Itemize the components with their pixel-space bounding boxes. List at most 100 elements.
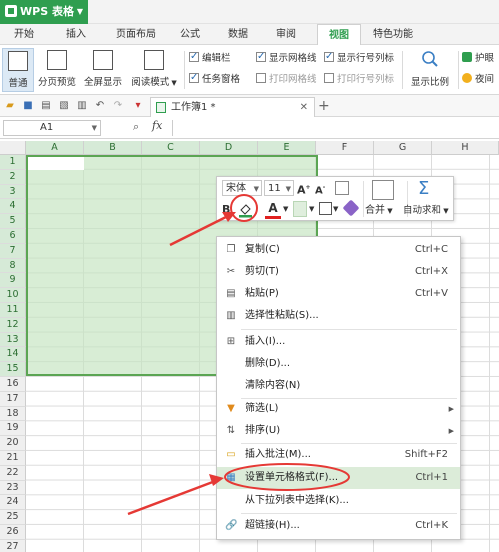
row-header[interactable]: 27 [0,539,26,552]
tab-page-layout[interactable]: 页面布局 [108,24,164,45]
row-header[interactable]: 8 [0,258,26,274]
menu-item-delete[interactable]: 删除(D)... [217,353,460,375]
fullscreen-button[interactable]: 全屏显示 [82,48,124,92]
row-header[interactable]: 4 [0,199,26,215]
zoom-formula-icon[interactable]: ⌕ [133,120,139,134]
print-preview-icon[interactable]: ▧ [58,100,70,112]
show-gridlines-checkbox[interactable]: 显示网格线 [256,50,317,66]
task-pane-checkbox[interactable]: 任务窗格 [189,71,240,87]
bold-button[interactable]: B [222,202,234,218]
eye-protection-button[interactable]: 护眼 [462,52,494,66]
customize-toolbar-icon[interactable]: ▾ [132,100,144,112]
menu-item-paste-special[interactable]: ▥ 选择性粘贴(S)... [217,305,460,327]
open-folder-icon[interactable]: ▰ [4,100,16,112]
page-break-preview-button[interactable]: 分页预览 [36,48,78,92]
merge-cells-button[interactable]: 合并 ▼ [365,203,405,219]
row-header[interactable]: 16 [0,377,26,392]
tab-review[interactable]: 审阅 [270,24,302,45]
row-header[interactable]: 3 [0,184,26,200]
menu-item-copy[interactable]: ❐ 复制(C) Ctrl+C [217,239,460,261]
border-button[interactable] [319,202,332,215]
row-header[interactable]: 21 [0,451,26,466]
normal-view-button[interactable]: 普通 [2,48,34,92]
tab-home[interactable]: 开始 [8,24,40,45]
column-header-b[interactable]: B [84,141,142,155]
reading-mode-button[interactable]: 阅读模式 ▼ [130,48,178,92]
row-header[interactable]: 5 [0,214,26,229]
fill-color-button[interactable] [237,201,254,218]
row-header[interactable]: 22 [0,465,26,481]
menu-item-insert-comment[interactable]: ▭ 插入批注(M)... Shift+F2 [217,444,460,466]
row-header[interactable]: 12 [0,317,26,333]
row-header[interactable]: 10 [0,288,26,303]
decrease-font-size-button[interactable]: A- [315,180,329,196]
redo-icon[interactable]: ↷ [112,100,124,112]
select-all-corner[interactable] [0,141,26,155]
menu-item-insert[interactable]: ⊞ 插入(I)... [217,331,460,353]
row-header[interactable]: 9 [0,273,26,289]
print-icon[interactable]: ▤ [40,100,52,112]
new-tab-icon[interactable]: + [318,97,330,115]
column-header-c[interactable]: C [142,141,200,155]
print-gridlines-checkbox[interactable]: 打印网格线 [256,73,317,87]
row-header[interactable]: 11 [0,303,26,318]
row-header[interactable]: 24 [0,495,26,511]
menu-item-filter[interactable]: ▼ 筛选(L) ▶ [217,398,460,420]
font-family-select[interactable]: 宋体 ▼ [222,180,262,196]
tab-view[interactable]: 视图 [317,24,361,45]
font-color-button[interactable]: A [265,201,281,219]
row-header[interactable]: 6 [0,229,26,244]
menu-item-sort[interactable]: ⇅ 排序(U) ▶ [217,420,460,442]
menu-item-cut[interactable]: ✂ 剪切(T) Ctrl+X [217,261,460,283]
active-cell[interactable] [28,157,84,170]
night-mode-button[interactable]: 夜间 [462,73,494,87]
row-header[interactable]: 19 [0,421,26,437]
row-header[interactable]: 14 [0,347,26,363]
menu-item-hyperlink[interactable]: 🔗 超链接(H)... Ctrl+K [217,515,460,537]
row-header[interactable]: 13 [0,332,26,348]
zoom-button[interactable]: 显示比例 [406,48,454,92]
tab-formula[interactable]: 公式 [174,24,206,45]
column-header-h[interactable]: H [432,141,499,155]
row-header[interactable]: 20 [0,436,26,451]
menu-item-clear-contents[interactable]: 清除内容(N) [217,375,460,397]
column-header-a[interactable]: A [26,141,84,155]
tab-insert[interactable]: 插入 [58,24,94,45]
row-header[interactable]: 1 [0,155,26,170]
save-icon[interactable]: ■ [22,100,34,112]
column-header-g[interactable]: G [374,141,432,155]
menu-item-pick-from-list[interactable]: 从下拉列表中选择(K)... [217,490,460,512]
format-painter-icon[interactable] [335,181,349,195]
document-tab[interactable]: 工作簿1 * ✕ [150,97,315,117]
close-icon[interactable]: ✕ [300,98,308,117]
row-header[interactable]: 15 [0,362,26,377]
column-header-e[interactable]: E [258,141,316,155]
chevron-down-icon[interactable]: ▼ [333,201,341,217]
formula-bar-checkbox[interactable]: 编辑栏 [189,50,231,66]
wps-app-menu-button[interactable]: WPS 表格 ▼ [0,0,88,24]
column-header-d[interactable]: D [200,141,258,155]
row-header[interactable]: 7 [0,243,26,259]
tab-data[interactable]: 数据 [222,24,254,45]
tab-special[interactable]: 特色功能 [366,24,420,45]
row-header[interactable]: 18 [0,406,26,422]
name-box[interactable]: A1 ▼ [3,120,101,136]
row-header[interactable]: 17 [0,391,26,407]
row-header[interactable]: 23 [0,480,26,496]
show-headers-checkbox[interactable]: 显示行号列标 [324,50,394,66]
align-center-button[interactable] [293,201,307,217]
chevron-down-icon[interactable]: ▼ [283,201,291,217]
menu-item-paste[interactable]: ▤ 粘贴(P) Ctrl+V [217,283,460,305]
print-headers-checkbox[interactable]: 打印行号列标 [324,73,394,87]
row-header[interactable]: 25 [0,510,26,525]
clear-format-icon[interactable] [342,199,360,217]
row-header[interactable]: 26 [0,525,26,540]
font-size-select[interactable]: 11 ▼ [264,180,294,196]
row-header[interactable]: 2 [0,169,26,185]
menu-item-format-cells[interactable]: ▦ 设置单元格格式(F)... Ctrl+1 [217,467,460,489]
chevron-down-icon[interactable]: ▼ [309,201,317,217]
column-header-f[interactable]: F [316,141,374,155]
insert-function-button[interactable]: fx [152,119,162,132]
autosum-button[interactable]: 自动求和 ▼ [403,203,455,219]
export-icon[interactable]: ▥ [76,100,88,112]
